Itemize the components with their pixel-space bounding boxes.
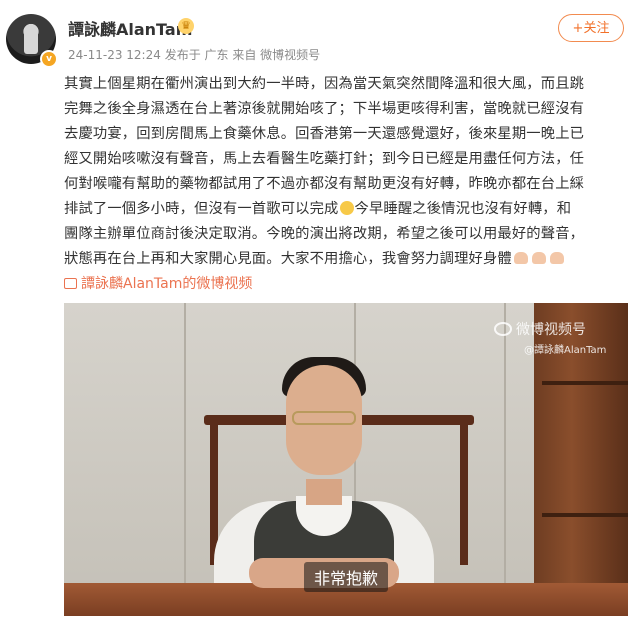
flexed-biceps-emoji-icon (531, 252, 546, 264)
watermark-user: @譚詠麟AlanTam (524, 345, 607, 356)
timestamp[interactable]: 24-11-23 12:24 (68, 48, 161, 62)
post-line: 去慶功宴，回到房間馬上食藥休息。回香港第一天還感覺還好，後來星期一晚上已 (64, 126, 585, 142)
follow-button[interactable]: +关注 (558, 14, 624, 42)
post-line-segment: 狀態再在台上再和大家開心見面。大家不用擔心，我會努力調理好身體 (64, 251, 512, 267)
post-line: 排試了一個多小時，但沒有一首歌可以完成 今早睡醒之後情況也沒有好轉，和 (64, 197, 629, 222)
flexed-biceps-emoji-icon (513, 252, 528, 264)
post-line: 其實上個星期在衢州演出到大約一半時，因為當天氣突然間降溫和很大風，而且跳 (64, 76, 585, 92)
post-line: 團隊主辦單位商討後決定取消。今晚的演出將改期，希望之後可以用最好的聲音， (64, 226, 585, 242)
video-player[interactable]: 微博视频号 @譚詠麟AlanTam 非常抱歉 (64, 303, 628, 616)
video-link[interactable]: 譚詠麟AlanTam的微博视频 (64, 273, 252, 293)
post-source: 发布于 广东 来自 微博视频号 (164, 48, 321, 62)
post-line-segment: 今早睡醒之後情況也沒有好轉，和 (354, 201, 572, 217)
username[interactable]: 譚詠麟AlanTam (68, 16, 192, 40)
post-header: v 譚詠麟AlanTam ♛ 24-11-23 12:24 发布于 广东 来自 … (0, 0, 640, 78)
sweat-smile-emoji-icon (339, 201, 354, 215)
watermark: 微博视频号 (494, 319, 586, 339)
post-line-segment: 排試了一個多小時，但沒有一首歌可以完成 (64, 201, 339, 217)
crown-icon[interactable]: ♛ (178, 18, 194, 34)
video-link-icon (64, 277, 77, 289)
watermark-title: 微博视频号 (516, 322, 586, 338)
post-text: 其實上個星期在衢州演出到大約一半時，因為當天氣突然間降溫和很大風，而且跳 完舞之… (64, 72, 629, 272)
verified-v-icon: v (40, 50, 58, 68)
flexed-biceps-emoji-icon (549, 252, 564, 264)
post-line: 經又開始咳嗽沒有聲音，馬上去看醫生吃藥打針；到今日已經是用盡任何方法，任 (64, 151, 585, 167)
post-line: 何對喉嚨有幫助的藥物都試用了不過亦都沒有幫助更沒有好轉，昨晚亦都在台上綵 (64, 176, 585, 192)
video-subtitle: 非常抱歉 (304, 562, 389, 592)
post-line: 完舞之後全身濕透在台上著涼後就開始咳了；下半場更咳得利害，當晚就已經沒有 (64, 101, 585, 117)
video-link-label: 譚詠麟AlanTam的微博视频 (81, 276, 253, 292)
post-meta: 24-11-23 12:24 发布于 广东 来自 微博视频号 (68, 46, 320, 63)
post-line: 狀態再在台上再和大家開心見面。大家不用擔心，我會努力調理好身體 (64, 247, 629, 272)
weibo-logo-icon (494, 322, 512, 336)
